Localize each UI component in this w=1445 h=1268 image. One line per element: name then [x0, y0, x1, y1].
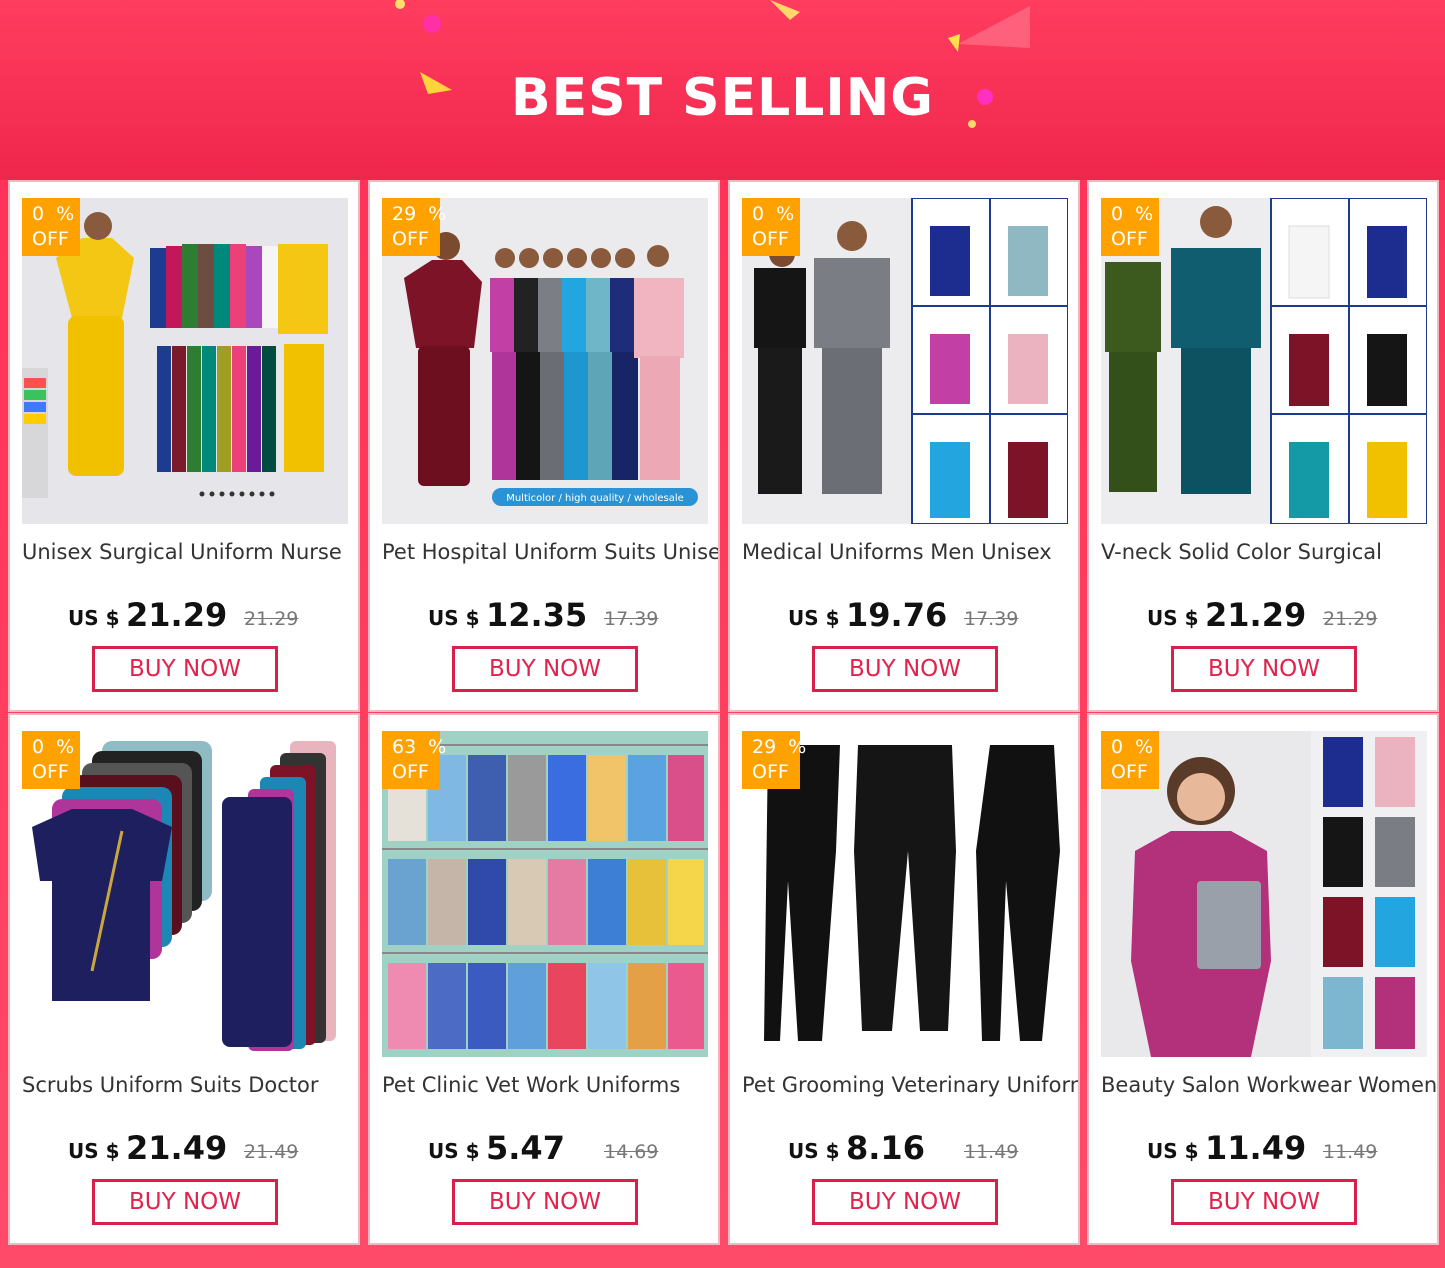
original-price: 17.39 — [604, 608, 659, 630]
buy-now-button[interactable]: BUY NOW — [1171, 646, 1357, 692]
original-price: 14.69 — [604, 1141, 659, 1163]
currency-label: US $ — [68, 1139, 120, 1163]
price-row: US $ 5.47 14.69 — [428, 1127, 718, 1167]
currency-label: US $ — [788, 606, 840, 630]
sale-price: 11.49 — [1205, 1129, 1307, 1167]
product-card[interactable]: 0 % OFF Beauty Salon Workwear Women US $ … — [1087, 713, 1439, 1245]
product-name[interactable]: Medical Uniforms Men Unisex — [742, 540, 1078, 564]
product-name[interactable]: Scrubs Uniform Suits Doctor — [22, 1073, 358, 1097]
product-card[interactable]: 0 % OFF Medical Uniforms Men Unisex US $ … — [728, 180, 1080, 712]
currency-label: US $ — [428, 1139, 480, 1163]
buy-now-button[interactable]: BUY NOW — [452, 646, 638, 692]
discount-badge: 63 % OFF — [382, 731, 446, 789]
currency-label: US $ — [788, 1139, 840, 1163]
product-name[interactable]: V-neck Solid Color Surgical — [1101, 540, 1437, 564]
sale-price: 21.49 — [126, 1129, 228, 1167]
discount-badge: 29 % OFF — [742, 731, 806, 789]
original-price: 17.39 — [964, 608, 1019, 630]
product-card[interactable]: 0 % OFF V-neck Solid Color Surgical US $ … — [1087, 180, 1439, 712]
price-row: US $ 21.49 21.49 — [68, 1127, 358, 1167]
currency-label: US $ — [1147, 606, 1199, 630]
buy-now-button[interactable]: BUY NOW — [812, 646, 998, 692]
discount-badge: 29 % OFF — [382, 198, 446, 256]
discount-badge: 0 % OFF — [742, 198, 800, 256]
price-row: US $ 21.29 21.29 — [1147, 594, 1437, 634]
product-name[interactable]: Beauty Salon Workwear Women — [1101, 1073, 1437, 1097]
product-card[interactable]: 63 % OFF Pet Clinic Vet Work Uniforms US … — [368, 713, 720, 1245]
product-card[interactable]: 29 % OFF Pet Grooming Veterinary Uniform … — [728, 713, 1080, 1245]
page-title: BEST SELLING — [511, 68, 934, 128]
currency-label: US $ — [428, 606, 480, 630]
currency-label: US $ — [1147, 1139, 1199, 1163]
sale-price: 5.47 — [486, 1129, 565, 1167]
sale-price: 21.29 — [1205, 596, 1307, 634]
product-name[interactable]: Unisex Surgical Uniform Nurse — [22, 540, 358, 564]
discount-badge: 0 % OFF — [22, 198, 80, 256]
image-banner-text: Multicolor / high quality / wholesale — [506, 493, 684, 504]
product-name[interactable]: Pet Clinic Vet Work Uniforms — [382, 1073, 718, 1097]
buy-now-button[interactable]: BUY NOW — [92, 646, 278, 692]
buy-now-button[interactable]: BUY NOW — [452, 1179, 638, 1225]
discount-badge: 0 % OFF — [1101, 198, 1159, 256]
product-name[interactable]: Pet Grooming Veterinary Uniform — [742, 1073, 1078, 1097]
product-card[interactable]: 0 % OFF Unisex Surgical Uniform Nurse US … — [8, 180, 360, 712]
price-row: US $ 12.35 17.39 — [428, 594, 718, 634]
original-price: 21.49 — [244, 1141, 299, 1163]
price-row: US $ 21.29 21.29 — [68, 594, 358, 634]
product-card[interactable]: 0 % OFF Scrubs Uniform Suits Doctor US $ … — [8, 713, 360, 1245]
price-row: US $ 11.49 11.49 — [1147, 1127, 1437, 1167]
product-card[interactable]: Multicolor / high quality / wholesale 29… — [368, 180, 720, 712]
discount-badge: 0 % OFF — [22, 731, 80, 789]
buy-now-button[interactable]: BUY NOW — [812, 1179, 998, 1225]
original-price: 11.49 — [1323, 1141, 1378, 1163]
price-row: US $ 8.16 11.49 — [788, 1127, 1078, 1167]
sale-price: 19.76 — [846, 596, 948, 634]
discount-badge: 0 % OFF — [1101, 731, 1159, 789]
header-banner: BEST SELLING — [0, 0, 1445, 180]
sale-price: 21.29 — [126, 596, 228, 634]
product-name[interactable]: Pet Hospital Uniform Suits Unisex — [382, 540, 718, 564]
buy-now-button[interactable]: BUY NOW — [1171, 1179, 1357, 1225]
sale-price: 8.16 — [846, 1129, 925, 1167]
original-price: 21.29 — [244, 608, 299, 630]
sale-price: 12.35 — [486, 596, 588, 634]
original-price: 11.49 — [964, 1141, 1019, 1163]
currency-label: US $ — [68, 606, 120, 630]
original-price: 21.29 — [1323, 608, 1378, 630]
buy-now-button[interactable]: BUY NOW — [92, 1179, 278, 1225]
price-row: US $ 19.76 17.39 — [788, 594, 1078, 634]
